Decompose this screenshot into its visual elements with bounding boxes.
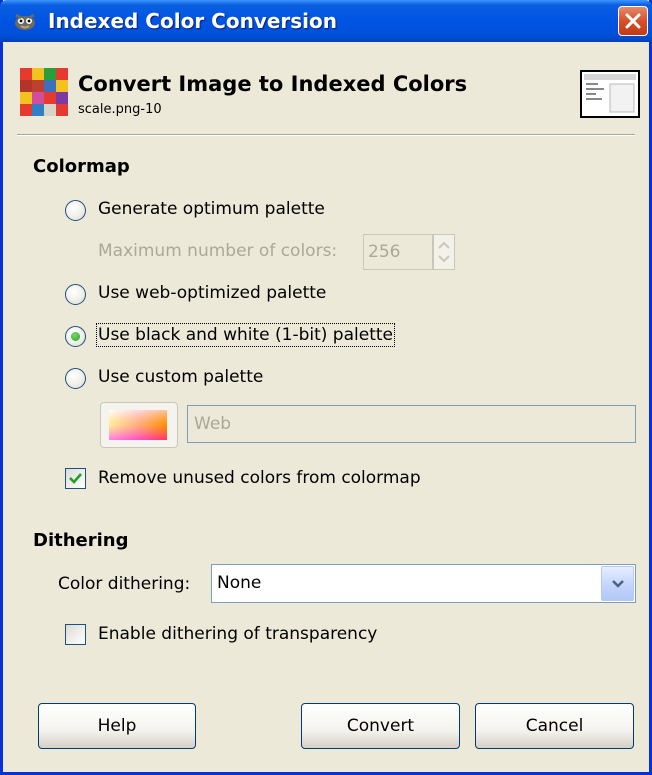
remove-unused-checkbox[interactable] [65,468,86,489]
dialog-window: Indexed Color Conversion Convert Image t… [0,0,652,775]
image-name: scale.png-10 [78,102,162,117]
image-thumbnail [580,70,640,118]
remove-unused-label[interactable]: Remove unused colors from colormap [98,468,421,488]
radio-generate-optimum-label[interactable]: Generate optimum palette [98,199,325,219]
window-title: Indexed Color Conversion [48,9,338,33]
cancel-button[interactable]: Cancel [475,703,634,749]
max-colors-input[interactable]: 256 [363,234,433,270]
dithering-section-label: Dithering [33,530,129,551]
palette-select-button[interactable] [100,402,178,448]
radio-web-optimized-label[interactable]: Use web-optimized palette [98,283,326,303]
header-separator [17,134,635,136]
radio-web-optimized[interactable] [65,284,86,305]
header-title: Convert Image to Indexed Colors [78,72,468,96]
dialog-header: Convert Image to Indexed Colors scale.pn… [3,42,649,128]
indexed-color-icon [20,68,68,121]
custom-palette-field[interactable]: Web [187,405,636,443]
title-bar[interactable]: Indexed Color Conversion [0,0,652,42]
color-dithering-value: None [217,573,262,593]
color-dithering-label: Color dithering: [58,574,191,594]
close-button[interactable] [618,6,648,36]
transparency-dither-label[interactable]: Enable dithering of transparency [98,624,377,644]
transparency-dither-checkbox[interactable] [65,624,86,645]
gimp-icon [12,9,38,33]
radio-custom-palette-label[interactable]: Use custom palette [98,367,263,387]
colormap-section-label: Colormap [33,156,130,177]
radio-custom-palette[interactable] [65,368,86,389]
max-colors-spinner[interactable] [433,234,455,270]
radio-generate-optimum[interactable] [65,200,86,221]
color-dithering-select[interactable]: None [211,564,636,603]
chevron-down-icon [612,580,624,588]
help-button[interactable]: Help [38,703,196,749]
radio-selected-dot [71,332,80,341]
close-icon [625,13,641,29]
radio-black-white[interactable] [65,326,86,347]
checkmark-icon [69,473,82,484]
radio-black-white-label[interactable]: Use black and white (1-bit) palette [96,323,395,347]
max-colors-label: Maximum number of colors: [98,241,338,261]
convert-button[interactable]: Convert [301,703,460,749]
spin-up-icon [438,241,450,249]
dropdown-button[interactable] [601,566,634,601]
palette-swatch-icon [109,410,167,440]
spin-down-icon [438,255,450,263]
